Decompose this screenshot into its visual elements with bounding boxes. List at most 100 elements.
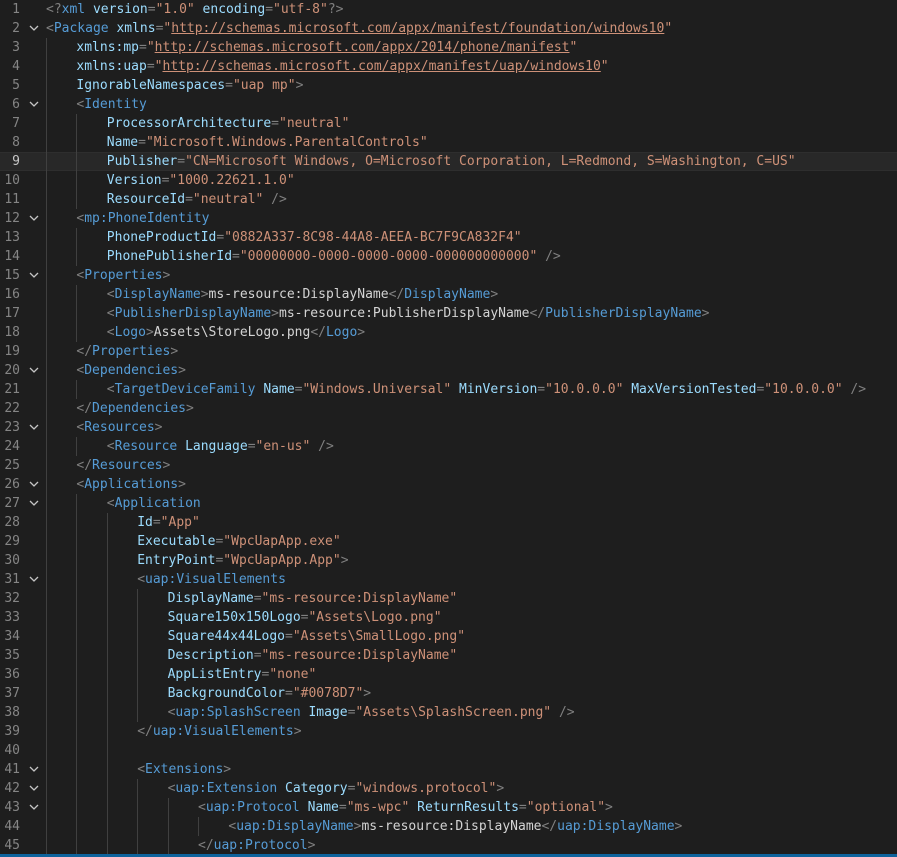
code-line[interactable]: 11 ResourceId="neutral" /> [0, 190, 897, 209]
code-line[interactable]: 42 <uap:Extension Category="windows.proto… [0, 779, 897, 798]
code-line[interactable]: 25 </Resources> [0, 456, 897, 475]
line-number: 18 [4, 325, 20, 340]
code-line[interactable]: 3 xmlns:mp="http://schemas.microsoft.com/… [0, 38, 897, 57]
code-line[interactable]: 34 Square44x44Logo="Assets\SmallLogo.png" [0, 627, 897, 646]
chevron-down-icon[interactable] [27, 266, 41, 285]
code-text: <Resources> [76, 418, 162, 437]
chevron-down-icon[interactable] [27, 475, 41, 494]
code-line[interactable]: 19 </Properties> [0, 342, 897, 361]
chevron-down-icon[interactable] [27, 494, 41, 513]
url-link[interactable]: http://schemas.microsoft.com/appx/2014/p… [155, 40, 570, 55]
code-line[interactable]: 13 PhoneProductId="0882A337-8C98-44A8-AEE… [0, 228, 897, 247]
code-line[interactable]: 36 AppListEntry="none" [0, 665, 897, 684]
code-line[interactable]: 45 </uap:Protocol> [0, 836, 897, 855]
indent-guide [137, 779, 139, 798]
code-line[interactable]: 15 <Properties> [0, 266, 897, 285]
code-line[interactable]: 23 <Resources> [0, 418, 897, 437]
tag-name: Resources [84, 420, 155, 435]
chevron-down-icon[interactable] [27, 570, 41, 589]
code-line[interactable]: 43 <uap:Protocol Name="ms-wpc" ReturnResu… [0, 798, 897, 817]
code-line[interactable]: 14 PhonePublisherId="00000000-0000-0000-0… [0, 247, 897, 266]
indent-guide [106, 551, 108, 570]
code-line[interactable]: 28 Id="App" [0, 513, 897, 532]
attribute-name: IgnorableNamespaces [76, 78, 226, 93]
code-line[interactable]: 35 Description="ms-resource:DisplayName" [0, 646, 897, 665]
chevron-down-icon[interactable] [27, 361, 41, 380]
attribute-value: "#0078D7" [292, 686, 364, 701]
code-text: <uap:Extension Category="windows.protoco… [168, 779, 505, 798]
code-text: ProcessorArchitecture="neutral" [107, 114, 350, 133]
indent-guide [76, 779, 78, 798]
chevron-down-icon[interactable] [27, 779, 41, 798]
punctuation: /> [551, 705, 575, 720]
code-line[interactable]: 12 <mp:PhoneIdentity [0, 209, 897, 228]
indent-guide [46, 551, 47, 570]
indent-guide [76, 741, 78, 760]
chevron-down-icon[interactable] [27, 418, 41, 437]
code-line[interactable]: 2 <Package xmlns="http://schemas.microsof… [0, 19, 897, 38]
code-line[interactable]: 20 <Dependencies> [0, 361, 897, 380]
code-line[interactable]: 38 <uap:SplashScreen Image="Assets\Splash… [0, 703, 897, 722]
code-line[interactable]: 27 <Application [0, 494, 897, 513]
code-line[interactable]: 40 [0, 741, 897, 760]
punctuation: > [674, 819, 683, 834]
chevron-down-icon[interactable] [27, 209, 41, 228]
code-text: <uap:VisualElements [137, 570, 286, 589]
line-number: 17 [4, 306, 20, 321]
code-line[interactable]: 9 Publisher="CN=Microsoft Windows, O=Micr… [0, 152, 897, 171]
tag-name: Extensions [145, 762, 224, 777]
code-line[interactable]: 30 EntryPoint="WpcUapApp.App"> [0, 551, 897, 570]
code-line[interactable]: 41 <Extensions> [0, 760, 897, 779]
punctuation: > [162, 458, 171, 473]
punctuation: < [106, 325, 115, 340]
code-line[interactable]: 24 <Resource Language="en-us" /> [0, 437, 897, 456]
code-line[interactable]: 39 </uap:VisualElements> [0, 722, 897, 741]
code-line[interactable]: 4 xmlns:uap="http://schemas.microsoft.com… [0, 57, 897, 76]
code-line[interactable]: 7 ProcessorArchitecture="neutral" [0, 114, 897, 133]
chevron-down-icon[interactable] [27, 760, 41, 779]
code-line[interactable]: 32 DisplayName="ms-resource:DisplayName" [0, 589, 897, 608]
punctuation: = [253, 591, 262, 606]
code-line[interactable]: 26 <Applications> [0, 475, 897, 494]
punctuation: = [147, 2, 156, 17]
code-line[interactable]: 17 <PublisherDisplayName>ms-resource:Publ… [0, 304, 897, 323]
indent-guide [46, 323, 47, 342]
punctuation: > [178, 477, 186, 492]
code-line[interactable]: 5 IgnorableNamespaces="uap mp"> [0, 76, 897, 95]
code-line[interactable]: 33 Square150x150Logo="Assets\Logo.png" [0, 608, 897, 627]
code-line[interactable]: 16 <DisplayName>ms-resource:DisplayName</… [0, 285, 897, 304]
chevron-down-icon[interactable] [27, 95, 41, 114]
punctuation: /> [842, 382, 867, 397]
url-link[interactable]: http://schemas.microsoft.com/appx/manife… [171, 21, 664, 36]
line-number: 40 [4, 743, 20, 758]
code-line[interactable]: 10 Version="1000.22621.1.0" [0, 171, 897, 190]
attribute-value: "WpcUapApp.App" [223, 553, 341, 568]
line-number: 5 [12, 78, 20, 93]
indent-guide [46, 589, 47, 608]
code-text: IgnorableNamespaces="uap mp"> [76, 76, 303, 95]
line-number: 29 [4, 534, 20, 549]
code-line[interactable]: 6 <Identity [0, 95, 897, 114]
line-number: 16 [4, 287, 20, 302]
code-line[interactable]: 1 <?xml version="1.0" encoding="utf-8"?> [0, 0, 897, 19]
punctuation: </ [310, 325, 326, 340]
code-line[interactable]: 31 <uap:VisualElements [0, 570, 897, 589]
chevron-down-icon[interactable] [27, 798, 41, 817]
indent-guide [76, 114, 78, 133]
code-line[interactable]: 29 Executable="WpcUapApp.exe" [0, 532, 897, 551]
code-editor[interactable]: 1 <?xml version="1.0" encoding="utf-8"?> 2… [0, 0, 897, 857]
attribute-value: " [569, 40, 578, 55]
attribute-name: PhonePublisherId [106, 249, 233, 264]
code-line[interactable]: 22 </Dependencies> [0, 399, 897, 418]
code-line[interactable]: 37 BackgroundColor="#0078D7"> [0, 684, 897, 703]
code-line[interactable]: 21 <TargetDeviceFamily Name = "Windows.Univ… [0, 380, 897, 399]
code-line[interactable]: 44 <uap:DisplayName>ms-resource:DisplayNa… [0, 817, 897, 836]
indent-guide [46, 760, 47, 779]
url-link[interactable]: http://schemas.microsoft.com/appx/manife… [163, 59, 601, 74]
indent-guide [46, 380, 47, 399]
indent-guide [46, 171, 47, 190]
code-line[interactable]: 8 Name="Microsoft.Windows.ParentalControl… [0, 133, 897, 152]
code-line[interactable]: 18 <Logo>Assets\StoreLogo.png</Logo> [0, 323, 897, 342]
chevron-down-icon[interactable] [27, 19, 41, 38]
indent-guide [46, 95, 47, 114]
